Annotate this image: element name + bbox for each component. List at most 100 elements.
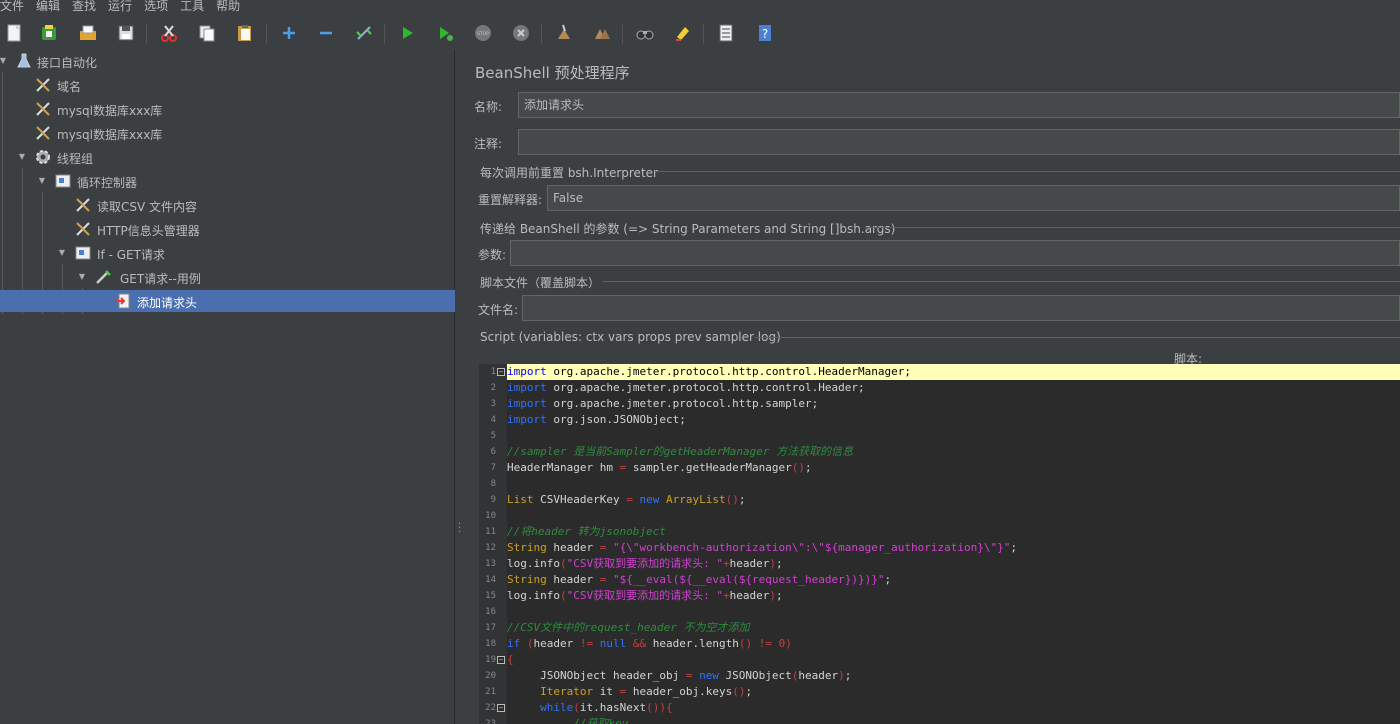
- clear-all-icon[interactable]: [591, 22, 613, 44]
- code-line[interactable]: 1− import org.apache.jmeter.protocol.http…: [479, 364, 1400, 380]
- svg-text:?: ?: [762, 27, 768, 41]
- reset-interpreter-select[interactable]: False: [547, 185, 1400, 211]
- code-token: while: [540, 701, 574, 714]
- code-line[interactable]: 4 import org.json.JSONObject;: [479, 412, 1400, 428]
- code-line[interactable]: 16: [479, 604, 1400, 620]
- menu-search[interactable]: 查找: [72, 0, 96, 14]
- code-line[interactable]: 13 log.info("CSV获取到要添加的请求头: "+header);: [479, 556, 1400, 572]
- code-line[interactable]: 23 //获取key: [479, 716, 1400, 724]
- code-line[interactable]: 19−{: [479, 652, 1400, 668]
- fold-toggle-icon[interactable]: −: [497, 368, 505, 376]
- toggle-icon[interactable]: [353, 22, 375, 44]
- code-token: JSONObject header_obj: [507, 669, 686, 682]
- open-icon[interactable]: [77, 22, 99, 44]
- code-token: header: [533, 637, 580, 650]
- start-icon[interactable]: [396, 22, 418, 44]
- tree-node-header-manager[interactable]: HTTP信息头管理器: [0, 218, 455, 240]
- sampler-icon: [94, 268, 112, 286]
- code-line[interactable]: 9 List CSVHeaderKey = new ArrayList();: [479, 492, 1400, 508]
- paste-icon[interactable]: [234, 22, 256, 44]
- filename-field[interactable]: [522, 295, 1400, 321]
- code-line[interactable]: 14 String header = "${__eval(${__eval(${r…: [479, 572, 1400, 588]
- shutdown-icon[interactable]: [510, 22, 532, 44]
- code-line[interactable]: 7 HeaderManager hm = sampler.getHeaderMan…: [479, 460, 1400, 476]
- tree-node-thread-group[interactable]: ▼ 线程组: [0, 146, 455, 168]
- collapse-icon[interactable]: [315, 22, 337, 44]
- line-number: 2: [490, 383, 496, 393]
- new-icon[interactable]: [3, 22, 25, 44]
- tree-node-if-controller[interactable]: ▼ If - GET请求: [0, 242, 455, 264]
- code-line[interactable]: 10: [479, 508, 1400, 524]
- script-editor[interactable]: 1− import org.apache.jmeter.protocol.http…: [479, 364, 1400, 724]
- clear-icon[interactable]: [553, 22, 575, 44]
- script-file-section-title: 脚本文件（覆盖脚本）: [480, 276, 601, 290]
- code-token: =: [626, 493, 633, 506]
- search-icon[interactable]: [634, 22, 656, 44]
- fold-toggle-icon[interactable]: −: [497, 704, 505, 712]
- menu-edit[interactable]: 编辑: [36, 0, 60, 14]
- menu-run[interactable]: 运行: [108, 0, 132, 14]
- tree-node-csv-data[interactable]: 读取CSV 文件内容: [0, 194, 455, 216]
- line-number: 22: [485, 703, 496, 713]
- code-line[interactable]: 11 //将header 转为jsonobject: [479, 524, 1400, 540]
- help-icon[interactable]: ?: [754, 22, 776, 44]
- code-line[interactable]: 17 //CSV文件中的request_header 不为空才添加: [479, 620, 1400, 636]
- expand-icon[interactable]: [278, 22, 300, 44]
- fold-toggle-icon[interactable]: −: [497, 656, 505, 664]
- code-token: {: [507, 653, 514, 666]
- stop-icon[interactable]: STOP: [472, 22, 494, 44]
- divider: [865, 227, 1400, 228]
- code-line[interactable]: 6 //sampler 是当前Sampler的getHeaderManager 方…: [479, 444, 1400, 460]
- code-token: import: [507, 381, 547, 394]
- parameters-field[interactable]: [510, 240, 1400, 266]
- copy-icon[interactable]: [196, 22, 218, 44]
- tree-node-add-header[interactable]: 添加请求头: [0, 290, 455, 312]
- reset-interpreter-label: 重置解释器:: [478, 193, 543, 207]
- code-line[interactable]: 3 import org.apache.jmeter.protocol.http.…: [479, 396, 1400, 412]
- code-line[interactable]: 18 if (header != null && header.length() …: [479, 636, 1400, 652]
- tree-node-mysql-2[interactable]: mysql数据库xxx库: [0, 122, 455, 144]
- cut-icon[interactable]: [158, 22, 180, 44]
- comment-field[interactable]: [518, 129, 1400, 155]
- chevron-down-icon[interactable]: ▼: [37, 176, 47, 186]
- save-icon[interactable]: [115, 22, 137, 44]
- code-token: import: [507, 365, 547, 378]
- tree-node-get-sampler[interactable]: ▼ GET请求--用例: [0, 266, 455, 288]
- templates-icon[interactable]: [38, 22, 60, 44]
- chevron-down-icon[interactable]: ▼: [17, 152, 27, 162]
- code-line[interactable]: 12 String header = "{\"workbench-authoriz…: [479, 540, 1400, 556]
- toolbar-separator: [384, 24, 385, 44]
- tree-node-test-plan[interactable]: ▼ 接口自动化: [0, 50, 455, 72]
- menu-options[interactable]: 选项: [144, 0, 168, 14]
- function-helper-icon[interactable]: [715, 22, 737, 44]
- code-line[interactable]: 8: [479, 476, 1400, 492]
- start-no-pause-icon[interactable]: [434, 22, 456, 44]
- code-line[interactable]: 21 Iterator it = header_obj.keys();: [479, 684, 1400, 700]
- code-line[interactable]: 20 JSONObject header_obj = new JSONObjec…: [479, 668, 1400, 684]
- code-line[interactable]: 5: [479, 428, 1400, 444]
- code-line[interactable]: 15 log.info("CSV获取到要添加的请求头: "+header);: [479, 588, 1400, 604]
- code-text: List CSVHeaderKey = new ArrayList();: [507, 492, 1400, 508]
- splitter-grip-icon[interactable]: · · ·: [458, 520, 461, 538]
- chevron-down-icon[interactable]: ▼: [77, 272, 87, 282]
- name-field[interactable]: 添加请求头: [518, 92, 1400, 118]
- menu-file[interactable]: 文件: [0, 0, 24, 14]
- chevron-down-icon[interactable]: ▼: [57, 248, 67, 258]
- reset-search-icon[interactable]: [672, 22, 694, 44]
- code-line[interactable]: 22− while(it.hasNext()){: [479, 700, 1400, 716]
- toolbar: STOP ?: [0, 14, 1400, 54]
- code-text: Iterator it = header_obj.keys();: [507, 684, 1400, 700]
- splitter[interactable]: [455, 50, 465, 724]
- tree-node-mysql-1[interactable]: mysql数据库xxx库: [0, 98, 455, 120]
- menu-help[interactable]: 帮助: [216, 0, 240, 14]
- page-title: BeanShell 预处理程序: [475, 64, 630, 82]
- tree-node-loop-controller[interactable]: ▼ 循环控制器: [0, 170, 455, 192]
- tree-node-domain[interactable]: 域名: [0, 74, 455, 96]
- code-line[interactable]: 2 import org.apache.jmeter.protocol.http.…: [479, 380, 1400, 396]
- chevron-down-icon[interactable]: ▼: [0, 56, 8, 66]
- menu-tools[interactable]: 工具: [180, 0, 204, 14]
- thread-group-icon: [34, 148, 52, 166]
